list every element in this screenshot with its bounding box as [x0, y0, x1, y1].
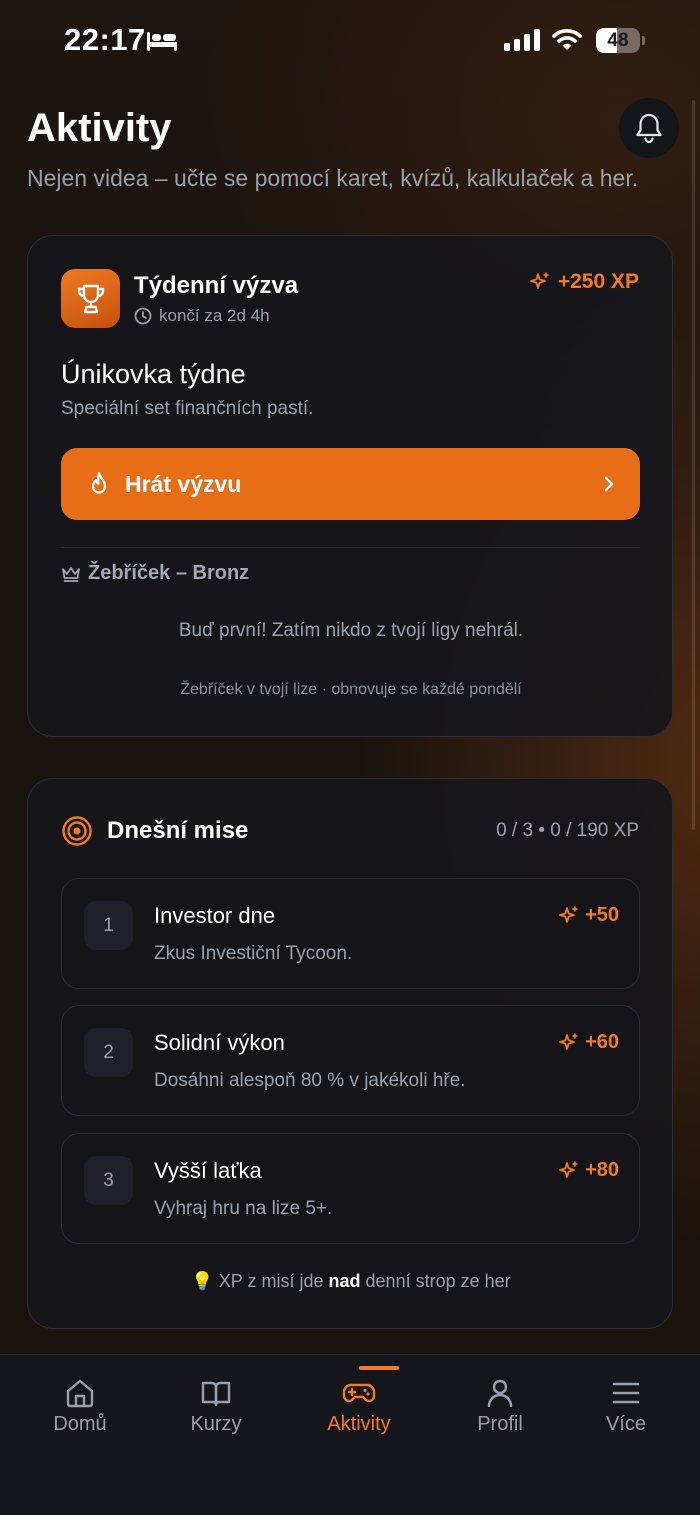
battery-indicator: 48: [596, 28, 645, 53]
missions-tip-text-end: denní strop ze her: [360, 1271, 511, 1291]
sparkle-icon: [529, 272, 549, 289]
book-icon: [201, 1381, 231, 1407]
status-bar: 22:17 48: [0, 0, 700, 84]
mission-xp: +50: [559, 904, 619, 927]
page-title: Aktivity: [27, 106, 172, 150]
status-time: 22:17: [64, 22, 146, 57]
mission-description: Dosáhni alespoň 80 % v jakékoli hře.: [154, 1070, 466, 1091]
mission-description: Zkus Investiční Tycoon.: [154, 943, 353, 964]
mission-number: 2: [84, 1028, 133, 1077]
missions-tip-text: XP z misí jde: [218, 1271, 329, 1291]
page-subtitle: Nejen videa – učte se pomocí karet, kvíz…: [27, 165, 639, 191]
leaderboard-header: Žebříček – Bronz: [61, 562, 249, 585]
mission-xp: +60: [559, 1031, 619, 1054]
play-challenge-button[interactable]: Hrát výzvu: [61, 448, 640, 520]
home-icon: [66, 1379, 94, 1408]
flame-icon: [91, 471, 107, 494]
crown-icon: [62, 566, 80, 582]
lightbulb-icon: 💡: [191, 1271, 214, 1291]
mission-item[interactable]: 2 Solidní výkon Dosáhni alespoň 80 % v j…: [61, 1005, 640, 1116]
sparkle-icon: [559, 1032, 578, 1050]
tab-more[interactable]: Více: [571, 1355, 681, 1455]
tab-label: Více: [605, 1413, 647, 1435]
challenge-name: Únikovka týdne: [61, 359, 246, 389]
missions-progress: 0 / 3 • 0 / 190 XP: [496, 820, 639, 841]
trophy-tile: [61, 269, 120, 328]
play-challenge-label: Hrát výzvu: [125, 470, 242, 497]
mission-xp: +80: [559, 1159, 619, 1182]
weekly-challenge-card: Týdenní výzva končí za 2d 4h +250 XP Úni…: [27, 235, 673, 737]
chevron-right-icon: [604, 476, 614, 492]
target-icon: [62, 816, 92, 846]
tab-activities[interactable]: Aktivity: [304, 1355, 414, 1455]
mission-title: Vyšší laťka: [154, 1158, 262, 1183]
challenge-xp: +250 XP: [557, 270, 639, 293]
tab-label: Domů: [53, 1413, 107, 1435]
divider: [61, 547, 640, 548]
menu-icon: [612, 1382, 640, 1404]
mission-item[interactable]: 1 Investor dne Zkus Investiční Tycoon. +…: [61, 878, 640, 989]
clock-icon: [134, 307, 152, 325]
mission-title: Investor dne: [154, 903, 276, 928]
mission-title: Solidní výkon: [154, 1030, 285, 1055]
challenge-description: Speciální set finančních pastí.: [61, 398, 314, 419]
mission-item[interactable]: 3 Vyšší laťka Vyhraj hru na lize 5+. +80: [61, 1133, 640, 1244]
mission-xp-value: +60: [585, 1031, 619, 1053]
tab-courses[interactable]: Kurzy: [161, 1355, 271, 1455]
mission-xp-value: +80: [585, 1159, 619, 1181]
missions-tip: 💡 XP z misí jde nad denní strop ze her: [28, 1271, 674, 1292]
cellular-signal-icon: [504, 29, 540, 51]
tab-label: Kurzy: [190, 1413, 242, 1435]
trophy-icon: [77, 284, 104, 313]
leaderboard-empty-message: Buď první! Zatím nikdo z tvojí ligy nehr…: [178, 620, 524, 641]
missions-title: Dnešní mise: [107, 817, 249, 844]
challenge-timer: končí za 2d 4h: [134, 306, 270, 326]
user-icon: [487, 1379, 513, 1408]
scrollbar[interactable]: [692, 100, 695, 830]
daily-missions-card: Dnešní mise 0 / 3 • 0 / 190 XP 1 Investo…: [27, 778, 673, 1329]
mission-number: 3: [84, 1156, 133, 1205]
mission-xp-value: +50: [585, 904, 619, 926]
tab-bar: Domů Kurzy Aktivity Profil Více: [0, 1354, 700, 1515]
leaderboard-title: Žebříček – Bronz: [88, 562, 250, 584]
gamepad-icon: [342, 1383, 376, 1403]
mission-number: 1: [84, 901, 133, 950]
challenge-ends-in: končí za 2d 4h: [159, 306, 270, 325]
notifications-button[interactable]: [619, 98, 679, 158]
mission-description: Vyhraj hru na lize 5+.: [154, 1198, 333, 1219]
sparkle-icon: [559, 905, 578, 923]
challenge-xp-badge: +250 XP: [529, 270, 639, 294]
challenge-label: Týdenní výzva: [134, 272, 299, 299]
tab-home[interactable]: Domů: [25, 1355, 135, 1455]
tab-label: Aktivity: [327, 1413, 391, 1435]
leaderboard-note: Žebříček v tvojí lize · obnovuje se každ…: [180, 681, 522, 698]
sparkle-icon: [559, 1160, 578, 1178]
bed-icon: [147, 32, 177, 51]
bell-icon: [636, 113, 662, 144]
wifi-icon: [552, 29, 582, 50]
missions-tip-emphasis: nad: [328, 1271, 361, 1291]
tab-label: Profil: [477, 1413, 523, 1435]
tab-profile[interactable]: Profil: [445, 1355, 555, 1455]
battery-percent: 48: [607, 30, 629, 51]
